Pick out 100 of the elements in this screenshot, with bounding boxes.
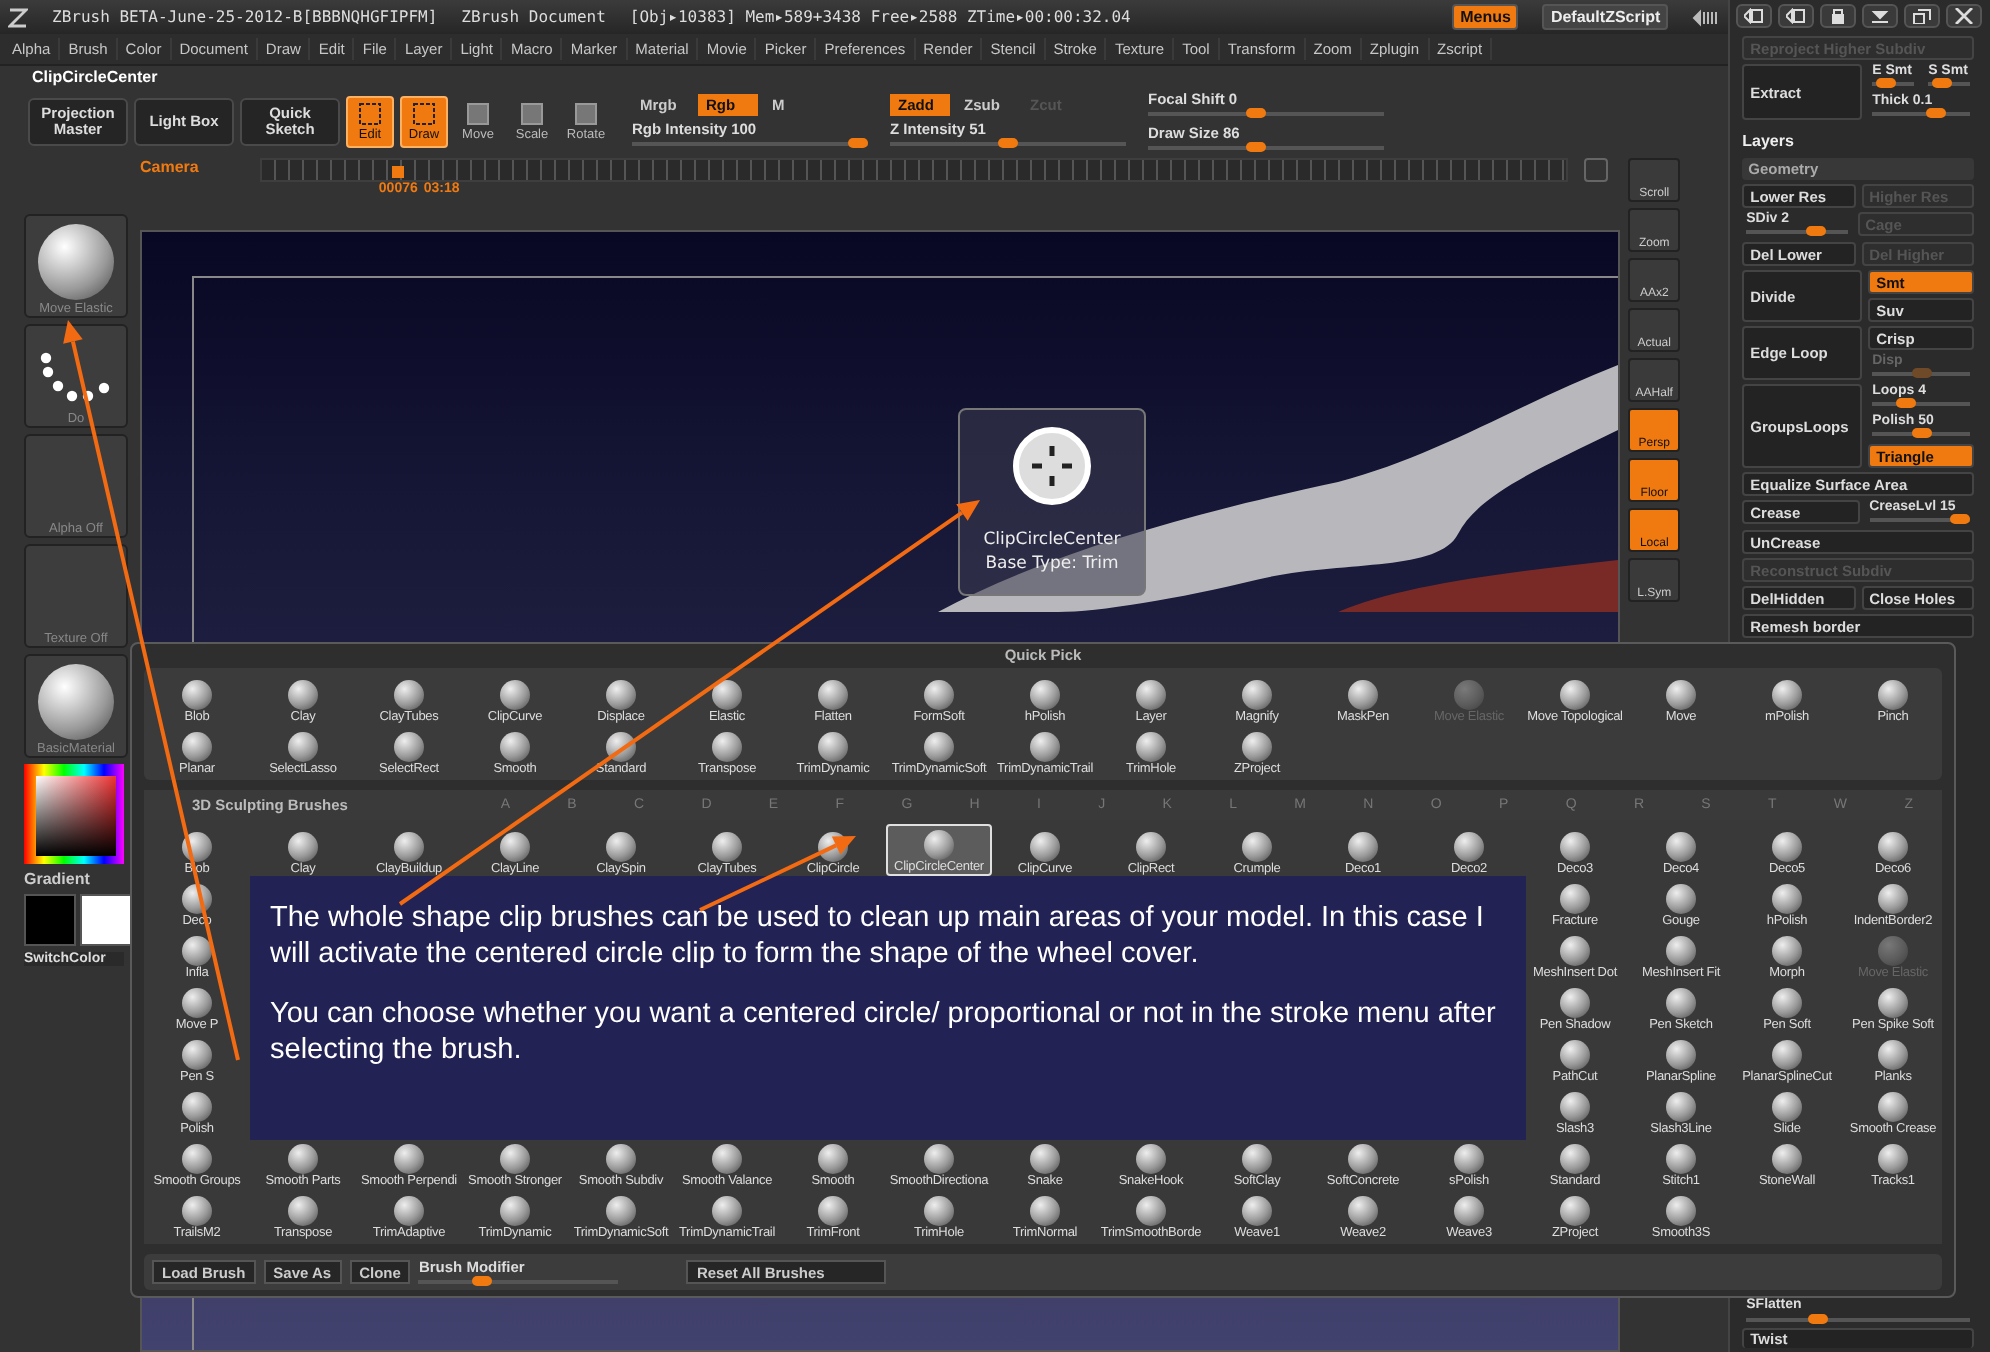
sphere-icon [712,732,742,762]
sphere-icon [818,680,848,710]
sphere-icon [1666,1144,1696,1174]
sphere-icon [1454,1196,1484,1226]
sphere-icon [1772,988,1802,1018]
sphere-icon [1772,884,1802,914]
layout-button[interactable] [1778,4,1815,28]
scrubber-icon [1692,7,1721,27]
sphere-icon [924,1144,954,1174]
tooltip-title: ClipCircleCenter [983,530,1121,550]
sphere-icon [1560,1092,1590,1122]
sphere-icon [1560,1144,1590,1174]
camera-label: Camera [140,158,201,176]
sphere-icon [288,1144,318,1174]
sphere-icon [1666,988,1696,1018]
slider-thumb[interactable] [1926,108,1947,118]
sphere-icon [1348,680,1378,710]
sphere-icon [288,680,318,710]
sphere-icon [1136,1196,1166,1226]
playhead-thumb[interactable] [391,166,404,178]
sphere-icon [500,680,530,710]
sphere-icon [1878,832,1908,862]
sphere-icon [606,680,636,710]
lock-button[interactable] [1820,4,1857,28]
minimize-button[interactable] [1862,4,1899,28]
sphere-icon [818,1144,848,1174]
sphere-icon [500,1196,530,1226]
sphere-icon [712,680,742,710]
restore-icon [1912,8,1933,24]
sphere-icon [182,732,212,762]
sphere-icon [1348,1196,1378,1226]
sphere-icon [1560,1040,1590,1070]
sphere-icon [1878,1040,1908,1070]
sphere-icon [1560,1196,1590,1226]
sphere-icon [1242,1196,1272,1226]
mode-icon [520,102,544,126]
sphere-icon [182,1144,212,1174]
mode-icon [466,102,490,126]
sphere-icon [1666,832,1696,862]
minimize-icon [1870,8,1891,24]
slider-thumb[interactable] [1807,1314,1828,1324]
sphere-icon [606,1144,636,1174]
sphere-icon [1454,680,1484,710]
sphere-icon [1772,1092,1802,1122]
sphere-icon [1030,1144,1060,1174]
color-swatch[interactable] [80,894,132,946]
sphere-icon [1666,936,1696,966]
sphere-icon [1348,1144,1378,1174]
menu-button[interactable]: Menus [1452,4,1519,30]
sphere-icon [1666,1196,1696,1226]
slider-thumb[interactable] [472,1275,493,1285]
slider-thumb[interactable] [1876,78,1897,88]
restore-button[interactable] [1904,4,1941,28]
sphere-icon [1772,936,1802,966]
sphere-icon [1878,936,1908,966]
sphere-icon [606,1196,636,1226]
lock-icon [1828,8,1849,24]
clip-circle-icon [1008,422,1096,510]
layout-button[interactable] [1736,4,1773,28]
sphere-icon [712,832,742,862]
sphere-icon [38,224,114,300]
sphere-icon [1666,1092,1696,1122]
color-swatch[interactable] [24,894,76,946]
menu-button[interactable]: DefaultZScript [1542,4,1669,30]
mode-icon [574,102,598,126]
sphere-icon [1136,732,1166,762]
sphere-icon [1666,884,1696,914]
sphere-icon [288,1196,318,1226]
slider-thumb[interactable] [1950,514,1970,524]
slider-thumb[interactable] [1911,428,1932,438]
sphere-icon [182,1092,212,1122]
timeline-track[interactable] [260,158,1569,182]
sphere-icon [182,988,212,1018]
slider-thumb[interactable] [848,138,868,148]
sphere-icon [1348,832,1378,862]
sphere-icon [1030,832,1060,862]
sphere-icon [924,732,954,762]
sphere-icon [1242,1144,1272,1174]
mode-icon [412,102,436,126]
slider-thumb[interactable] [998,138,1018,148]
sphere-icon [1666,680,1696,710]
slider-thumb[interactable] [1932,78,1953,88]
slider-thumb[interactable] [1895,398,1916,408]
sphere-icon [38,664,114,740]
slider-thumb[interactable] [1245,142,1266,152]
sphere-icon [1878,1144,1908,1174]
slider-thumb[interactable] [1245,108,1266,118]
sphere-icon [500,1144,530,1174]
sphere-icon [500,832,530,862]
sphere-icon [1878,1092,1908,1122]
color-picker[interactable] [24,764,124,864]
section-heading[interactable]: Layers [1742,132,1974,150]
close-icon [1954,8,1975,24]
slider-thumb[interactable] [1806,226,1827,236]
sphere-icon [712,1144,742,1174]
sphere-icon [394,1144,424,1174]
sphere-icon [924,680,954,710]
close-button[interactable] [1946,4,1983,28]
sphere-icon [394,832,424,862]
sphere-icon [182,1196,212,1226]
